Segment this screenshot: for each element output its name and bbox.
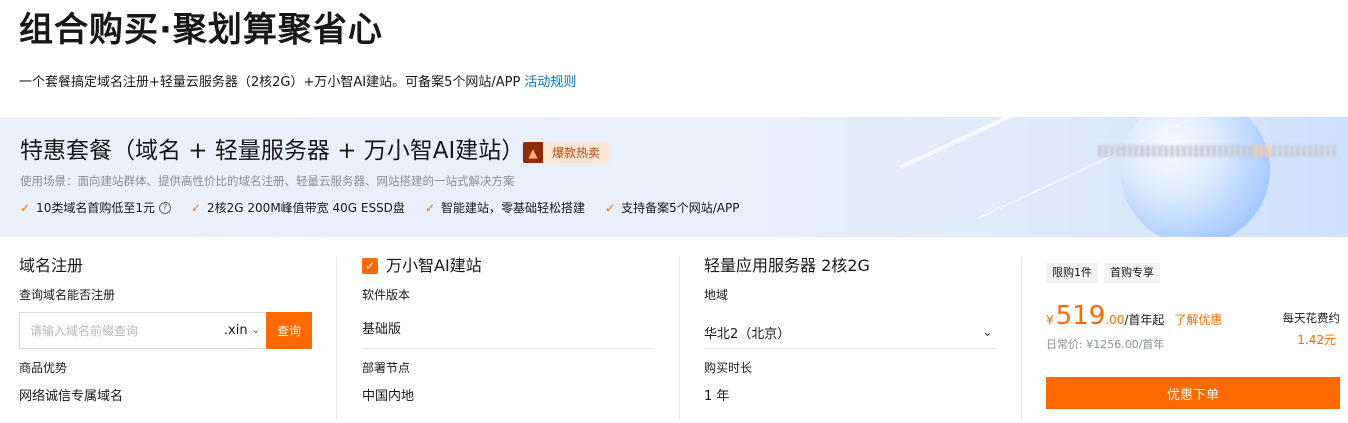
feature-item: ✓ 2核2G 200M峰值带宽 40G ESSD盘: [191, 199, 405, 217]
price: ¥ 519 .00 /首年起 了解优惠: [1046, 301, 1222, 331]
feature-text: 支持备案5个网站/APP: [621, 201, 740, 215]
domain-search-input[interactable]: [20, 313, 224, 348]
daily-cost-label: 每天花费约: [1282, 311, 1341, 325]
feature-item: ✓ 智能建站，零基础轻松搭建: [425, 199, 585, 217]
check-icon: ✓: [20, 201, 31, 215]
region-value: 华北2（北京）: [704, 326, 791, 342]
deploy-node-value: 中国内地: [362, 389, 415, 404]
order-button[interactable]: 优惠下单: [1046, 377, 1340, 409]
site-builder-checkbox[interactable]: ✓: [362, 258, 378, 274]
software-version-value: 基础版: [362, 322, 402, 337]
domain-section-title: 域名注册: [19, 256, 84, 275]
page-subtitle: 一个套餐搞定域名注册+轻量云服务器（2核2G）+万小智AI建站。可备案5个网站/…: [19, 74, 576, 92]
software-version-label: 软件版本: [362, 288, 411, 302]
domain-suffix-select[interactable]: .xin ⌄: [224, 313, 266, 348]
feature-text: 10类域名首购低至1元: [36, 201, 155, 215]
original-price: 日常价: ¥1256.00/首年: [1046, 338, 1165, 351]
check-icon: ✓: [190, 201, 202, 215]
check-icon: ✓: [605, 201, 616, 215]
fire-icon: ▲: [523, 142, 543, 163]
site-builder-title: 万小智AI建站: [386, 256, 482, 275]
blurred-text: [1098, 145, 1336, 157]
region-select[interactable]: 华北2（北京） ⌄: [704, 317, 997, 347]
server-section: 轻量应用服务器 2核2G 地域 华北2（北京） ⌄ 购买时长 1 年: [704, 237, 997, 423]
server-section-title: 轻量应用服务器 2核2G: [704, 256, 870, 275]
usage-scenario: 使用场景：面向建站群体、提供高性价比的域名注册、轻量云服务器、网站搭建的一站式解…: [20, 174, 515, 188]
discount-info-link[interactable]: 了解优惠: [1174, 311, 1222, 328]
feature-list: ✓ 10类域名首购低至1元 ? ✓ 2核2G 200M峰值带宽 40G ESSD…: [20, 199, 759, 217]
region-label: 地域: [704, 288, 729, 302]
row-divider: [362, 348, 655, 349]
advantage-label: 商品优势: [19, 361, 68, 375]
domain-query-label: 查询域名能否注册: [19, 288, 116, 302]
chevron-down-icon: ⌄: [251, 325, 260, 336]
package-banner: 特惠套餐（域名 + 轻量服务器 + 万小智AI建站） ▲ 爆款热卖 使用场景：面…: [0, 117, 1348, 237]
page-title: 组合购买·聚划算聚省心: [19, 10, 383, 50]
banner-title: 特惠套餐（域名 + 轻量服务器 + 万小智AI建站）: [20, 138, 525, 164]
feature-item: ✓ 支持备案5个网站/APP: [605, 199, 739, 217]
deploy-node-label: 部署节点: [362, 361, 411, 375]
advantage-value: 网络诚信专属域名: [19, 389, 124, 404]
currency-symbol: ¥: [1046, 313, 1054, 327]
feature-text: 智能建站，零基础轻松搭建: [441, 201, 586, 215]
price-unit: /首年起: [1124, 313, 1165, 327]
hot-sale-badge: ▲ 爆款热卖: [523, 142, 610, 163]
help-icon[interactable]: ?: [158, 202, 171, 214]
domain-suffix-value: .xin: [223, 323, 248, 338]
hot-sale-label: 爆款热卖: [543, 142, 610, 163]
feature-item: ✓ 10类域名首购低至1元 ?: [20, 199, 171, 217]
subtitle-text: 一个套餐搞定域名注册+轻量云服务器（2核2G）+万小智AI建站。可备案5个网站/…: [19, 75, 521, 90]
activity-rules-link[interactable]: 活动规则: [524, 75, 576, 90]
duration-label: 购买时长: [704, 361, 753, 375]
row-divider: [704, 348, 997, 349]
chevron-down-icon: ⌄: [982, 324, 993, 340]
query-button[interactable]: 查询: [266, 312, 312, 349]
domain-search-box: .xin ⌄ 查询: [19, 312, 312, 349]
purchase-limit-tag: 限购1件: [1046, 263, 1098, 283]
price-integer: 519: [1055, 301, 1106, 331]
feature-text: 2核2G 200M峰值带宽 40G ESSD盘: [207, 201, 405, 215]
site-builder-section: ✓ 万小智AI建站 软件版本 基础版 部署节点 中国内地: [362, 237, 657, 423]
domain-section: 域名注册 查询域名能否注册 .xin ⌄ 查询 商品优势 网络诚信专属域名: [19, 237, 319, 423]
order-panel: 限购1件 首购专享 ¥ 519 .00 /首年起 了解优惠 日常价: ¥1256…: [1046, 237, 1348, 423]
decorative-orb: [1120, 117, 1270, 237]
column-divider: [679, 257, 680, 420]
column-divider: [336, 257, 337, 420]
column-divider: [1021, 257, 1022, 420]
first-purchase-tag: 首购专享: [1104, 263, 1160, 283]
tag-list: 限购1件 首购专享: [1046, 263, 1160, 283]
price-decimal: .00: [1105, 313, 1125, 327]
duration-value: 1 年: [704, 389, 730, 404]
check-icon: ✓: [424, 201, 435, 215]
daily-cost-value: 1.42元: [1297, 333, 1336, 347]
